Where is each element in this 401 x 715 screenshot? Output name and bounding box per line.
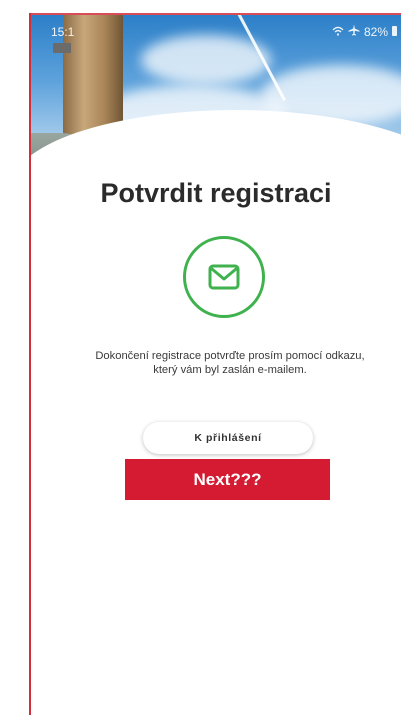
mail-badge <box>183 236 265 318</box>
envelope-icon <box>208 264 240 290</box>
status-time: 15:1 <box>51 25 75 39</box>
frame-border-top <box>29 13 401 15</box>
battery-icon <box>392 25 397 39</box>
page-title: Potvrdit registraci <box>100 178 332 208</box>
airplane-icon <box>348 24 360 39</box>
wifi-icon <box>332 25 344 39</box>
message-line-2: který vám byl zaslán e-mailem. <box>153 364 307 376</box>
status-indicators: 82% <box>332 24 397 39</box>
status-bar: 15:1 82% <box>31 15 401 43</box>
battery-level: 82% <box>363 24 388 39</box>
confirmation-message: Dokončení registrace potvrďte prosím pom… <box>60 349 400 377</box>
next-annotation-label: Next??? <box>125 459 330 500</box>
go-to-login-button[interactable]: K přihlášení <box>143 422 313 454</box>
registration-confirm-screen: 15:1 82% Potvrdit registraci Dokončení r… <box>0 0 401 715</box>
message-line-1: Dokončení registrace potvrďte prosím pom… <box>95 350 365 362</box>
frame-border-left <box>29 13 31 715</box>
